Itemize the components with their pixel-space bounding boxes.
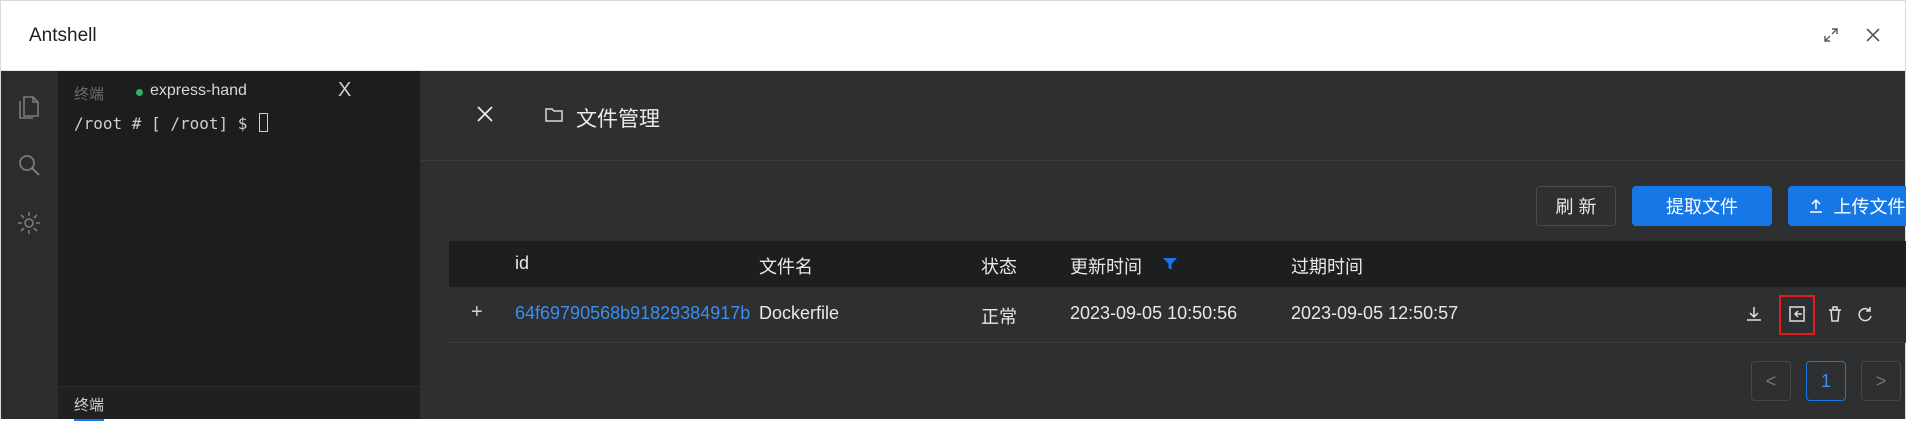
pagination-prev[interactable]: < — [1751, 361, 1791, 401]
column-filename: 文件名 — [759, 257, 813, 277]
upload-file-button[interactable]: 上传文件 — [1788, 186, 1906, 226]
upload-label: 上传文件 — [1833, 197, 1906, 217]
table-row: + 64f69790568b91829384917b Dockerfile 正常… — [449, 287, 1906, 343]
activity-bar — [1, 71, 58, 419]
status-dot — [136, 89, 143, 96]
file-status: 正常 — [981, 307, 1017, 327]
file-manager-panel: 文件管理 刷 新 提取文件 上传文件 id 文件名 状态 更新时间 过期时间 +… — [420, 71, 1906, 419]
expand-row-button[interactable]: + — [471, 301, 483, 324]
search-icon[interactable] — [15, 151, 43, 179]
terminal-prompt: /root # [ /root] $ — [74, 114, 258, 133]
file-expire-time: 2023-09-05 12:50:57 — [1291, 303, 1459, 323]
terminal-tabs: 终端 express-hand X — [58, 71, 420, 113]
filter-icon[interactable] — [1162, 256, 1178, 272]
app-title: Antshell — [29, 25, 97, 46]
terminal-pane[interactable]: 终端 express-hand X /root # [ /root] $ 终端 — [58, 71, 420, 421]
upload-icon — [1809, 198, 1822, 213]
panel-title: 文件管理 — [576, 108, 660, 131]
terminal-output[interactable]: /root # [ /root] $ — [74, 113, 269, 133]
file-name: Dockerfile — [759, 303, 840, 323]
tab-close-button[interactable]: X — [338, 79, 351, 102]
gear-icon[interactable] — [15, 209, 43, 237]
extract-file-button[interactable]: 提取文件 — [1632, 186, 1772, 226]
terminal-cursor — [259, 113, 269, 132]
pagination-page-1[interactable]: 1 — [1806, 361, 1846, 401]
terminal-bottom-bar: 终端 — [58, 386, 420, 421]
tab-terminal[interactable]: 终端 — [74, 83, 104, 104]
app-window: Antshell 终端 express-hand X /root # [/ro… — [0, 0, 1906, 421]
file-id-link[interactable]: 64f69790568b91829384917b — [515, 303, 750, 324]
download-icon[interactable] — [1743, 303, 1765, 325]
table-header: id 文件名 状态 更新时间 过期时间 — [449, 241, 1906, 287]
file-updated-time: 2023-09-05 10:50:56 — [1070, 303, 1238, 323]
column-status: 状态 — [981, 257, 1017, 277]
share-icon[interactable] — [1786, 303, 1808, 325]
tab-express-hand[interactable]: express-hand X — [120, 71, 378, 113]
delete-icon[interactable] — [1824, 303, 1846, 325]
tab-label: express-hand — [150, 82, 247, 99]
column-updated: 更新时间 — [1070, 257, 1142, 277]
panel-close-button[interactable] — [476, 99, 494, 130]
folder-icon — [544, 105, 564, 125]
title-bar: Antshell — [1, 1, 1905, 71]
files-icon[interactable] — [15, 93, 43, 121]
panel-header: 文件管理 — [420, 71, 1905, 161]
maximize-icon[interactable] — [1819, 23, 1843, 47]
close-icon[interactable] — [1861, 23, 1885, 47]
column-expires: 过期时间 — [1291, 257, 1363, 277]
bottom-tab-terminal[interactable]: 终端 — [74, 394, 105, 421]
column-id: id — [515, 253, 530, 273]
workspace: 终端 express-hand X /root # [ /root] $ 终端 — [1, 71, 1906, 421]
refresh-button[interactable]: 刷 新 — [1536, 186, 1616, 226]
refresh-icon[interactable] — [1854, 303, 1876, 325]
pagination-next[interactable]: > — [1861, 361, 1901, 401]
